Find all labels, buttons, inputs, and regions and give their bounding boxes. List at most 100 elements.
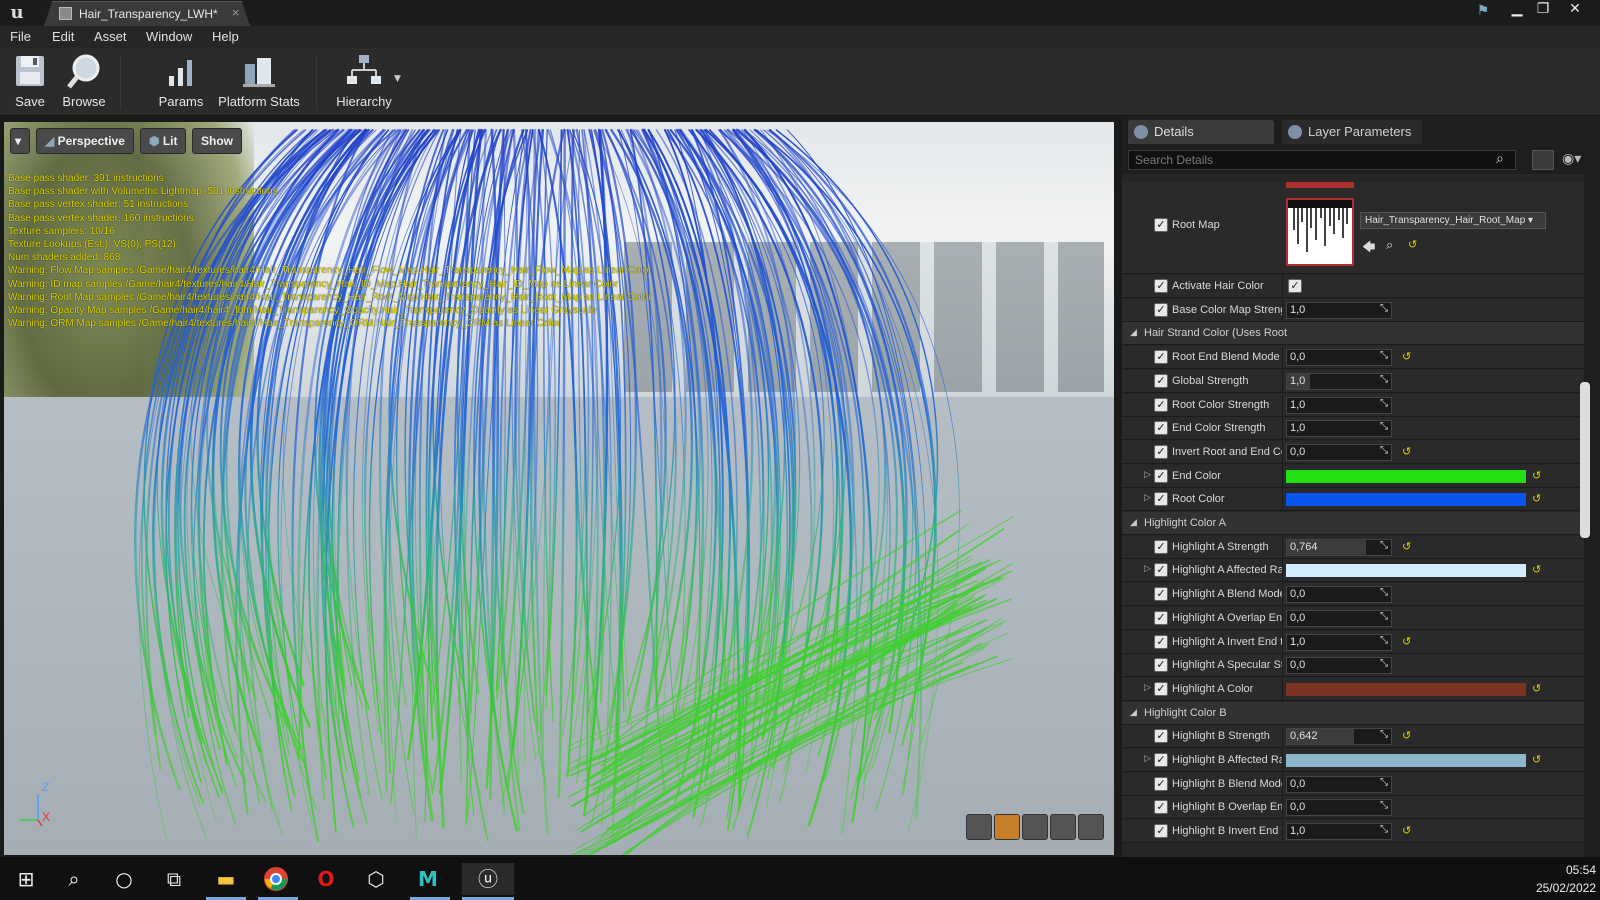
hierarchy-dropdown-icon[interactable]: ▼	[394, 74, 401, 84]
override-checkbox[interactable]: ✓	[1154, 635, 1168, 649]
color-swatch[interactable]	[1286, 754, 1526, 767]
value-field[interactable]: 0,0 ⤡	[1286, 657, 1392, 674]
override-checkbox[interactable]: ✓	[1154, 350, 1168, 364]
reset-to-default-icon[interactable]: ↺	[1408, 238, 1417, 251]
reset-to-default-icon[interactable]: ↺	[1402, 445, 1411, 458]
value-field[interactable]: 1,0 ⤡	[1286, 302, 1392, 319]
drag-arrows-icon[interactable]: ⤡	[1380, 635, 1388, 646]
reset-to-default-icon[interactable]: ↺	[1402, 824, 1411, 837]
value-field[interactable]: 0,0 ⤡	[1286, 349, 1392, 366]
opera-icon[interactable]: O	[310, 863, 342, 895]
eye-icon[interactable]: ◉▾	[1562, 151, 1581, 167]
override-checkbox[interactable]: ✓	[1154, 279, 1168, 293]
reset-to-default-icon[interactable]: ↺	[1532, 682, 1541, 695]
expand-arrow-icon[interactable]: ▷	[1144, 754, 1151, 764]
value-checkbox[interactable]: ✓	[1288, 279, 1302, 293]
menu-edit[interactable]: Edit	[52, 29, 74, 44]
value-field[interactable]: 0,0 ⤡	[1286, 776, 1392, 793]
browse-button[interactable]: Browse	[58, 50, 110, 112]
show-button[interactable]: Show	[192, 128, 242, 154]
value-field[interactable]: 1,0 ⤡	[1286, 397, 1392, 414]
collapse-arrow-icon[interactable]: ◢	[1130, 328, 1137, 338]
reset-to-default-icon[interactable]: ↺	[1532, 753, 1541, 766]
root-map-thumbnail[interactable]	[1286, 198, 1354, 266]
use-selected-arrow-icon[interactable]: 🡄	[1362, 238, 1375, 260]
close-button[interactable]: ✕	[1562, 0, 1588, 20]
drag-arrows-icon[interactable]: ⤡	[1380, 611, 1388, 622]
view-options-icon[interactable]	[1532, 150, 1554, 170]
root-map-texture-dropdown[interactable]: Hair_Transparency_Hair_Root_Map ▾	[1360, 212, 1546, 229]
collapse-arrow-icon[interactable]: ◢	[1130, 708, 1137, 718]
color-swatch[interactable]	[1286, 564, 1526, 577]
reset-to-default-icon[interactable]: ↺	[1532, 563, 1541, 576]
value-field[interactable]: 1,0 ⤡	[1286, 823, 1392, 840]
expand-arrow-icon[interactable]: ▷	[1144, 564, 1151, 574]
feedback-icon[interactable]: ⚑	[1470, 2, 1496, 22]
document-tab[interactable]: Hair_Transparency_LWH* ×	[44, 1, 250, 26]
drag-arrows-icon[interactable]: ⤡	[1380, 729, 1388, 740]
value-field[interactable]: 0,0 ⤡	[1286, 610, 1392, 627]
expand-arrow-icon[interactable]: ▷	[1144, 493, 1151, 503]
viewport-options-button[interactable]: ▾	[10, 128, 30, 154]
mesh-preview-icon[interactable]	[1078, 814, 1104, 840]
override-checkbox[interactable]: ✓	[1154, 374, 1168, 388]
value-field[interactable]: 1,0 ⤡	[1286, 634, 1392, 651]
value-field[interactable]: 0,642 ⤡	[1286, 728, 1392, 745]
color-swatch[interactable]	[1286, 470, 1526, 483]
drag-arrows-icon[interactable]: ⤡	[1380, 374, 1388, 385]
viewport[interactable]: ▾ ◢ Perspective ⬢ Lit Show Base pass sha…	[4, 122, 1114, 855]
category-highlight-color-a[interactable]: ◢ Highlight Color A	[1122, 512, 1584, 535]
override-checkbox[interactable]: ✓	[1154, 824, 1168, 838]
value-field[interactable]: 0,0 ⤡	[1286, 586, 1392, 603]
drag-arrows-icon[interactable]: ⤡	[1380, 658, 1388, 669]
category-highlight-color-b[interactable]: ◢ Highlight Color B	[1122, 702, 1584, 725]
value-field[interactable]: 1,0 ⤡	[1286, 420, 1392, 437]
minimize-button[interactable]: ▁	[1504, 0, 1530, 20]
reset-to-default-icon[interactable]: ↺	[1402, 350, 1411, 363]
drag-arrows-icon[interactable]: ⤡	[1380, 587, 1388, 598]
drag-arrows-icon[interactable]: ⤡	[1380, 421, 1388, 432]
3d-viewer-icon[interactable]: ⬡	[360, 863, 392, 895]
override-checkbox[interactable]: ✓	[1154, 729, 1168, 743]
hierarchy-button[interactable]: Hierarchy	[334, 50, 394, 112]
override-checkbox[interactable]: ✓	[1154, 421, 1168, 435]
menu-asset[interactable]: Asset	[94, 29, 127, 44]
override-checkbox[interactable]: ✓	[1154, 800, 1168, 814]
platform-stats-button[interactable]: Platform Stats	[216, 50, 302, 112]
windows-start-icon[interactable]: ⊞	[10, 863, 42, 895]
clock[interactable]: 05:54 25/02/2022	[1520, 861, 1596, 897]
menu-window[interactable]: Window	[146, 29, 192, 44]
tab-close-icon[interactable]: ×	[231, 6, 240, 19]
search-details-input[interactable]: Search Details	[1128, 150, 1516, 170]
sphere-preview-icon[interactable]	[994, 814, 1020, 840]
chrome-icon[interactable]	[260, 863, 292, 895]
drag-arrows-icon[interactable]: ⤡	[1380, 777, 1388, 788]
maximize-button[interactable]: ❐	[1530, 0, 1556, 20]
search-icon[interactable]: ⌕	[58, 863, 90, 895]
reset-to-default-icon[interactable]: ↺	[1402, 635, 1411, 648]
save-button[interactable]: Save	[8, 50, 52, 112]
menu-help[interactable]: Help	[212, 29, 239, 44]
value-field[interactable]: 0,0 ⤡	[1286, 444, 1392, 461]
tab-layer-parameters[interactable]: Layer Parameters	[1282, 120, 1422, 144]
override-checkbox[interactable]: ✓	[1154, 469, 1168, 483]
override-checkbox[interactable]: ✓	[1154, 611, 1168, 625]
override-checkbox[interactable]: ✓	[1154, 682, 1168, 696]
tab-details[interactable]: Details	[1128, 120, 1274, 144]
file-explorer-icon[interactable]: ▬	[210, 863, 242, 895]
override-checkbox[interactable]: ✓	[1154, 587, 1168, 601]
color-swatch[interactable]	[1286, 493, 1526, 506]
override-checkbox[interactable]: ✓	[1154, 445, 1168, 459]
drag-arrows-icon[interactable]: ⤡	[1380, 350, 1388, 361]
override-checkbox[interactable]: ✓	[1154, 658, 1168, 672]
unreal-engine-taskbar-icon[interactable]: ⓤ	[462, 863, 514, 895]
maya-icon[interactable]: M	[412, 863, 444, 895]
override-checkbox[interactable]: ✓	[1154, 303, 1168, 317]
collapse-arrow-icon[interactable]: ◢	[1130, 518, 1137, 528]
reset-to-default-icon[interactable]: ↺	[1402, 729, 1411, 742]
override-checkbox[interactable]: ✓	[1154, 540, 1168, 554]
root-map-checkbox[interactable]: ✓	[1154, 218, 1168, 232]
drag-arrows-icon[interactable]: ⤡	[1380, 303, 1388, 314]
expand-arrow-icon[interactable]: ▷	[1144, 470, 1151, 480]
unreal-logo-icon[interactable]: u	[6, 2, 28, 24]
